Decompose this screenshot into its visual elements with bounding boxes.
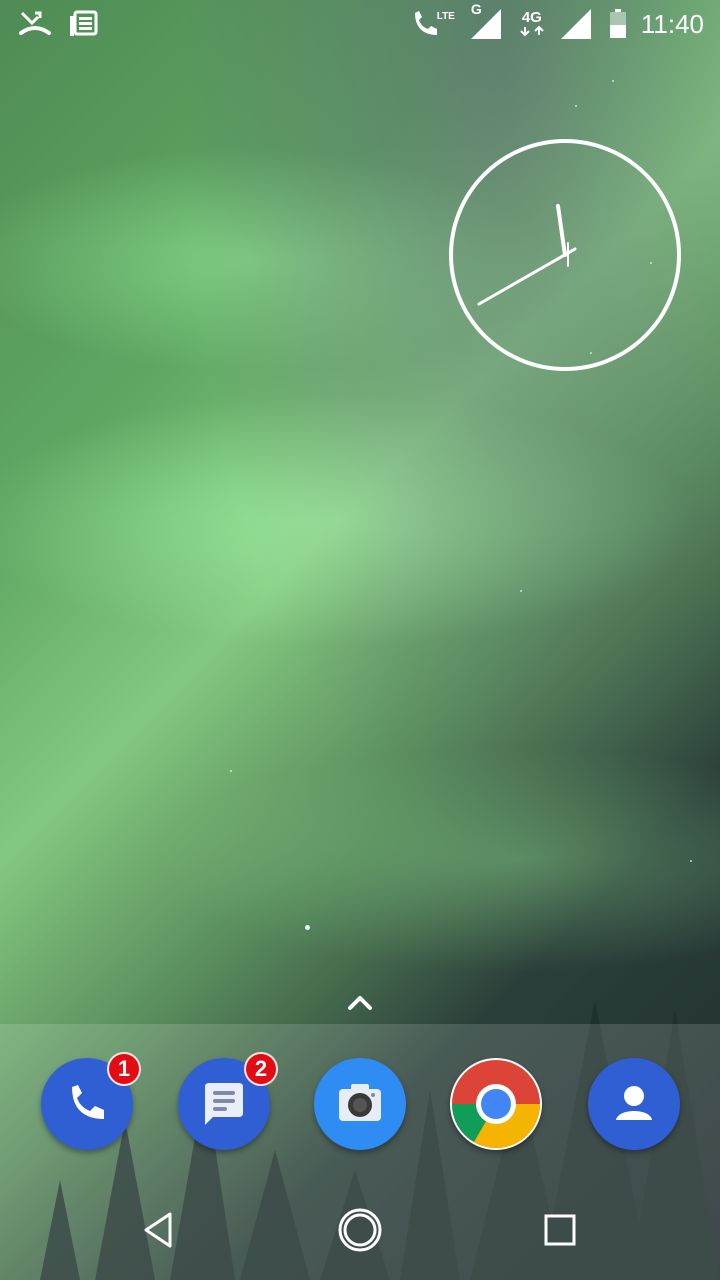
news-icon[interactable]: [68, 10, 98, 38]
messages-app-button[interactable]: 2: [178, 1052, 278, 1150]
phone-app-button[interactable]: 1: [41, 1052, 141, 1150]
camera-icon: [329, 1073, 391, 1135]
star: [230, 770, 232, 772]
g-signal-icon: G: [469, 1, 505, 41]
cell-signal-icon: [559, 7, 595, 41]
battery-icon: [609, 9, 627, 39]
lte-label: LTE: [436, 10, 455, 22]
navigation-bar: [0, 1180, 720, 1280]
messages-badge: 2: [244, 1052, 278, 1086]
camera-app-button[interactable]: [314, 1058, 406, 1150]
analog-clock-widget[interactable]: [448, 138, 682, 372]
chrome-icon: [450, 1058, 542, 1150]
4g-data-icon: 4G: [519, 9, 545, 37]
star: [575, 105, 577, 107]
phone-icon: [60, 1077, 114, 1131]
messages-icon: [195, 1075, 253, 1133]
status-time: 11:40: [640, 8, 704, 39]
g-label: G: [470, 1, 482, 17]
missed-call-icon[interactable]: [18, 9, 52, 39]
star: [690, 860, 692, 862]
home-icon: [337, 1207, 383, 1253]
star: [612, 80, 614, 82]
phone-badge: 1: [107, 1052, 141, 1086]
back-icon: [140, 1210, 180, 1250]
contacts-icon: [604, 1074, 664, 1134]
status-bar: LTE G 4G 11:40: [0, 0, 720, 48]
lte-call-icon: LTE: [409, 7, 455, 41]
chrome-app-button[interactable]: [450, 1058, 542, 1150]
recents-icon: [542, 1212, 578, 1248]
star: [520, 590, 522, 592]
recents-button[interactable]: [530, 1200, 590, 1260]
4g-label: 4G: [521, 9, 542, 26]
dock-apps: 1 2: [0, 1052, 720, 1150]
back-button[interactable]: [130, 1200, 190, 1260]
contacts-app-button[interactable]: [588, 1058, 680, 1150]
star: [305, 925, 310, 930]
app-drawer-chevron-icon[interactable]: [344, 990, 376, 1014]
home-button[interactable]: [330, 1200, 390, 1260]
